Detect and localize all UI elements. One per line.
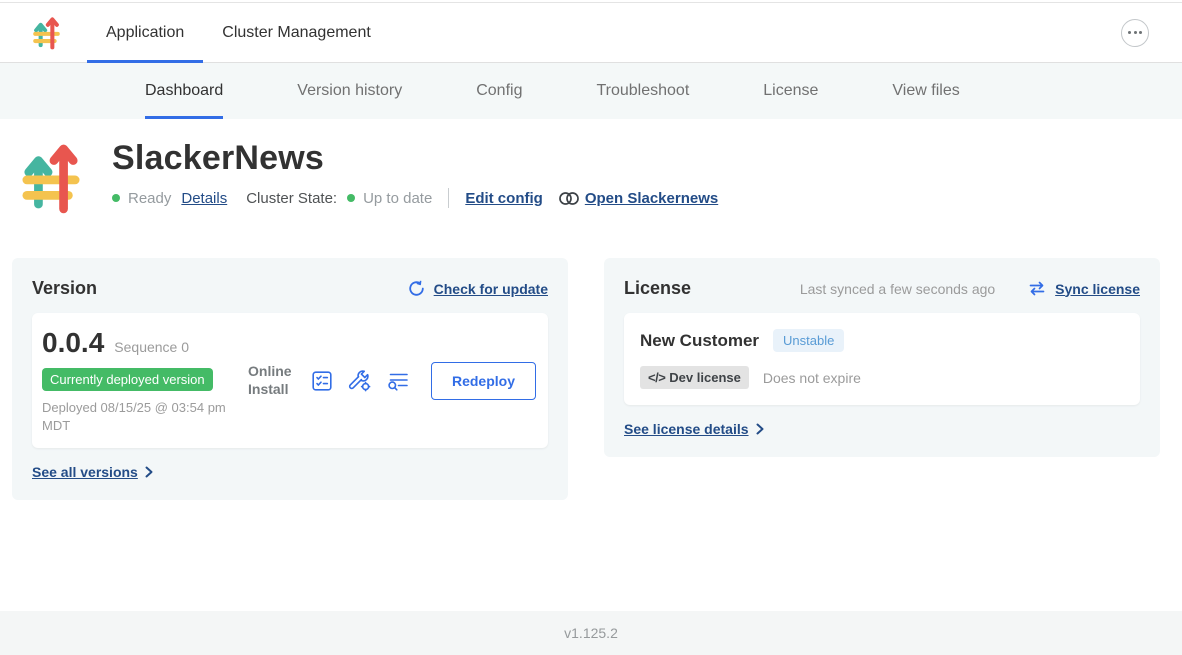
see-all-versions-label: See all versions [32, 464, 138, 480]
subnav-version-history-label: Version history [297, 82, 402, 100]
subnav-config-label: Config [476, 82, 522, 100]
cards-row: Version Check for update 0.0.4 Sequence … [12, 258, 1170, 500]
code-icon: </> [648, 370, 665, 385]
version-number: 0.0.4 [42, 327, 104, 359]
sync-license-link[interactable]: Sync license [1055, 281, 1140, 297]
check-for-update-link[interactable]: Check for update [434, 281, 548, 297]
customer-name: New Customer [640, 331, 759, 351]
details-link[interactable]: Details [181, 190, 227, 207]
deployed-badge: Currently deployed version [42, 368, 213, 391]
open-app-link[interactable]: Open Slackernews [559, 190, 718, 207]
dot-icon [1134, 31, 1137, 34]
install-type-label: Online Install [248, 363, 296, 398]
license-card-title: License [624, 278, 691, 299]
chevron-right-icon [145, 466, 153, 478]
version-card: Version Check for update 0.0.4 Sequence … [12, 258, 568, 500]
see-license-details-link[interactable]: See license details [624, 421, 1140, 437]
edit-config-link[interactable]: Edit config [465, 190, 543, 207]
subnav-item-config[interactable]: Config [476, 63, 522, 119]
last-synced-text: Last synced a few seconds ago [800, 281, 995, 297]
app-subnav: Dashboard Version history Config Trouble… [0, 63, 1182, 119]
top-nav-tabs: Application Cluster Management [87, 3, 390, 62]
page-title: SlackerNews [112, 139, 718, 178]
subnav-item-troubleshoot[interactable]: Troubleshoot [596, 63, 689, 119]
dot-icon [1128, 31, 1131, 34]
config-wrench-icon[interactable] [348, 369, 372, 393]
app-logo[interactable] [33, 3, 60, 62]
cluster-state-value: Up to date [363, 190, 432, 207]
divider [448, 188, 449, 208]
preflight-checks-icon[interactable] [310, 369, 334, 393]
see-all-versions-link[interactable]: See all versions [32, 464, 548, 480]
tab-cluster-management[interactable]: Cluster Management [203, 3, 390, 62]
subnav-troubleshoot-label: Troubleshoot [596, 82, 689, 100]
subnav-item-view-files[interactable]: View files [892, 63, 959, 119]
cluster-state-dot [347, 194, 355, 202]
main-content: SlackerNews Ready Details Cluster State:… [0, 119, 1182, 500]
redeploy-button[interactable]: Redeploy [431, 362, 536, 400]
app-hero: SlackerNews Ready Details Cluster State:… [0, 119, 1182, 220]
version-action-icons [310, 369, 411, 393]
sync-icon [1028, 281, 1046, 296]
ready-status-dot [112, 194, 120, 202]
see-license-details-label: See license details [624, 421, 749, 437]
deploy-logs-icon[interactable] [386, 369, 411, 393]
version-card-header: Version Check for update [32, 278, 548, 299]
subnav-license-label: License [763, 82, 818, 100]
slackernews-logo-icon [33, 15, 60, 50]
expiration-text: Does not expire [763, 370, 861, 386]
subnav-dashboard-label: Dashboard [145, 82, 223, 100]
subnav-item-license[interactable]: License [763, 63, 818, 119]
check-for-update[interactable]: Check for update [408, 280, 548, 297]
dot-icon [1139, 31, 1142, 34]
console-version: v1.125.2 [564, 625, 618, 641]
chevron-right-icon [756, 423, 764, 435]
subnav-item-dashboard[interactable]: Dashboard [145, 63, 223, 119]
version-card-title: Version [32, 278, 97, 299]
version-info: 0.0.4 Sequence 0 Currently deployed vers… [42, 327, 248, 434]
refresh-icon [408, 280, 425, 297]
license-header-right: Last synced a few seconds ago Sync licen… [800, 281, 1140, 297]
chain-link-icon [559, 192, 579, 205]
footer: v1.125.2 [0, 611, 1182, 655]
channel-badge-unstable: Unstable [773, 329, 844, 352]
tab-application[interactable]: Application [87, 3, 203, 62]
sequence-label: Sequence 0 [114, 339, 189, 355]
license-card-header: License Last synced a few seconds ago Sy… [624, 278, 1140, 299]
tab-application-label: Application [106, 24, 184, 42]
open-app-link-label: Open Slackernews [585, 190, 718, 207]
dev-license-label: Dev license [669, 370, 741, 385]
app-status-text: Ready [128, 190, 171, 207]
app-status-row: Ready Details Cluster State: Up to date … [112, 188, 718, 208]
tab-cluster-management-label: Cluster Management [222, 24, 371, 42]
current-version-panel: 0.0.4 Sequence 0 Currently deployed vers… [32, 313, 548, 448]
top-nav: Application Cluster Management [0, 3, 1182, 63]
more-options-button[interactable] [1121, 19, 1149, 47]
license-card: License Last synced a few seconds ago Sy… [604, 258, 1160, 457]
cluster-state-label: Cluster State: [246, 190, 337, 207]
license-panel: New Customer Unstable </> Dev license Do… [624, 313, 1140, 405]
subnav-item-version-history[interactable]: Version history [297, 63, 402, 119]
dev-license-badge: </> Dev license [640, 366, 749, 389]
subnav-view-files-label: View files [892, 82, 959, 100]
deployed-timestamp: Deployed 08/15/25 @ 03:54 pm MDT [42, 399, 237, 434]
app-icon [22, 139, 80, 220]
